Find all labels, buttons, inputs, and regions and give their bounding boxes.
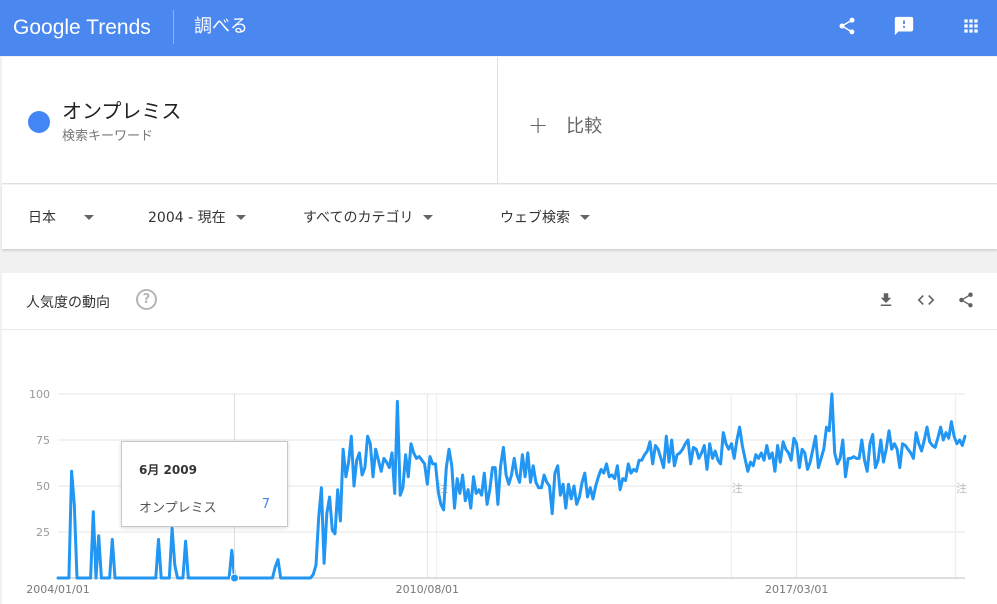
- note-mark: 注: [732, 481, 743, 495]
- tooltip-value: 7: [261, 497, 270, 512]
- y-tick-label: 50: [36, 480, 50, 493]
- x-tick-label: 2004/01/01: [26, 583, 89, 596]
- chart-tooltip: 6月 2009 オンプレミス 7: [121, 441, 288, 527]
- note-mark: 注: [956, 481, 967, 495]
- tooltip-date: 6月 2009: [139, 463, 197, 477]
- x-tick-label: 2010/08/01: [396, 583, 459, 596]
- y-tick-label: 75: [36, 434, 50, 447]
- y-tick-label: 100: [29, 388, 50, 401]
- hover-point: [230, 573, 240, 583]
- x-tick-label: 2017/03/01: [765, 583, 828, 596]
- y-tick-label: 25: [36, 526, 50, 539]
- tooltip-term: オンプレミス: [139, 501, 217, 516]
